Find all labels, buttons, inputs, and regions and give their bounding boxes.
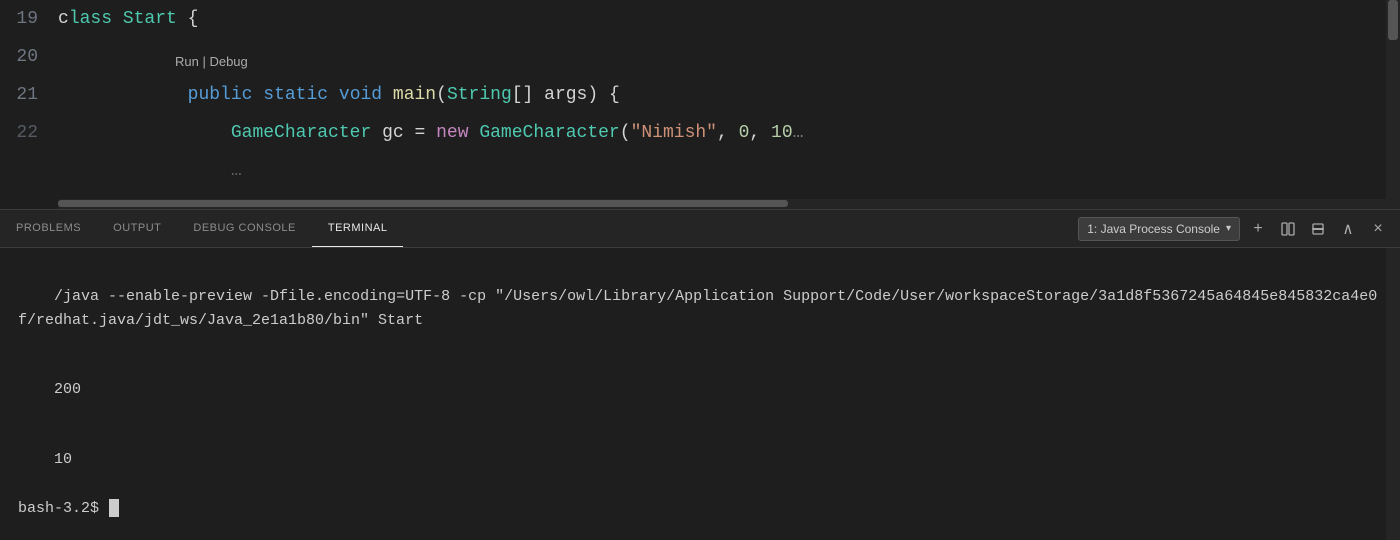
new-terminal-button[interactable]: + [1246,217,1270,241]
tab-debug-console[interactable]: DEBUG CONSOLE [177,210,311,247]
terminal-prompt: bash-3.2$ [18,497,108,520]
tab-problems[interactable]: PROBLEMS [0,210,97,247]
h-scrollbar-thumb[interactable] [58,200,788,207]
terminal-prompt-line: bash-3.2$ [18,497,1382,520]
line-content-22: … [58,114,1400,210]
editor-area: 19 class Start { Run | Debug 20 public s… [0,0,1400,210]
code-line-19: 19 class Start { [0,0,1400,38]
code-line-22: 22 … [0,114,1400,152]
terminal-command: /java --enable-preview -Dfile.encoding=U… [18,288,1377,328]
split-terminal-button[interactable] [1276,217,1300,241]
panel-toolbar: 1: Java Process Console ▾ + ∧ × [1078,210,1400,247]
maximize-panel-button[interactable]: ∧ [1336,217,1360,241]
tab-terminal[interactable]: TERMINAL [312,210,404,247]
terminal-output-line2: 10 [18,425,1382,495]
close-panel-button[interactable]: × [1366,217,1390,241]
terminal-v-scrollbar[interactable] [1386,248,1400,540]
terminal-output: /java --enable-preview -Dfile.encoding=U… [18,262,1382,355]
terminal-cursor [109,499,119,517]
line-number-21: 21 [0,76,58,114]
kill-terminal-button[interactable] [1306,217,1330,241]
editor-v-scrollbar[interactable]: + [1386,0,1400,209]
code-line-21: 21 GameCharacter gc = new GameCharacter(… [0,76,1400,114]
run-debug-hint[interactable]: Run | Debug [175,54,248,69]
editor-h-scrollbar[interactable] [58,199,1386,209]
line-number-20: 20 [0,38,58,76]
code-lines: 19 class Start { Run | Debug 20 public s… [0,0,1400,152]
console-dropdown[interactable]: 1: Java Process Console ▾ [1078,217,1240,241]
chevron-down-icon: ▾ [1226,223,1231,234]
line-number-19: 19 [0,0,58,38]
tab-output[interactable]: OUTPUT [97,210,177,247]
v-scrollbar-thumb[interactable] [1388,0,1398,40]
terminal-output-line1: 200 [18,355,1382,425]
line-content-19: class Start { [58,0,1400,38]
run-label[interactable]: Run | Debug [175,54,248,69]
terminal-area[interactable]: /java --enable-preview -Dfile.encoding=U… [0,248,1400,540]
line-number-22: 22 [0,114,58,152]
panel-tabs-bar: PROBLEMS OUTPUT DEBUG CONSOLE TERMINAL 1… [0,210,1400,248]
